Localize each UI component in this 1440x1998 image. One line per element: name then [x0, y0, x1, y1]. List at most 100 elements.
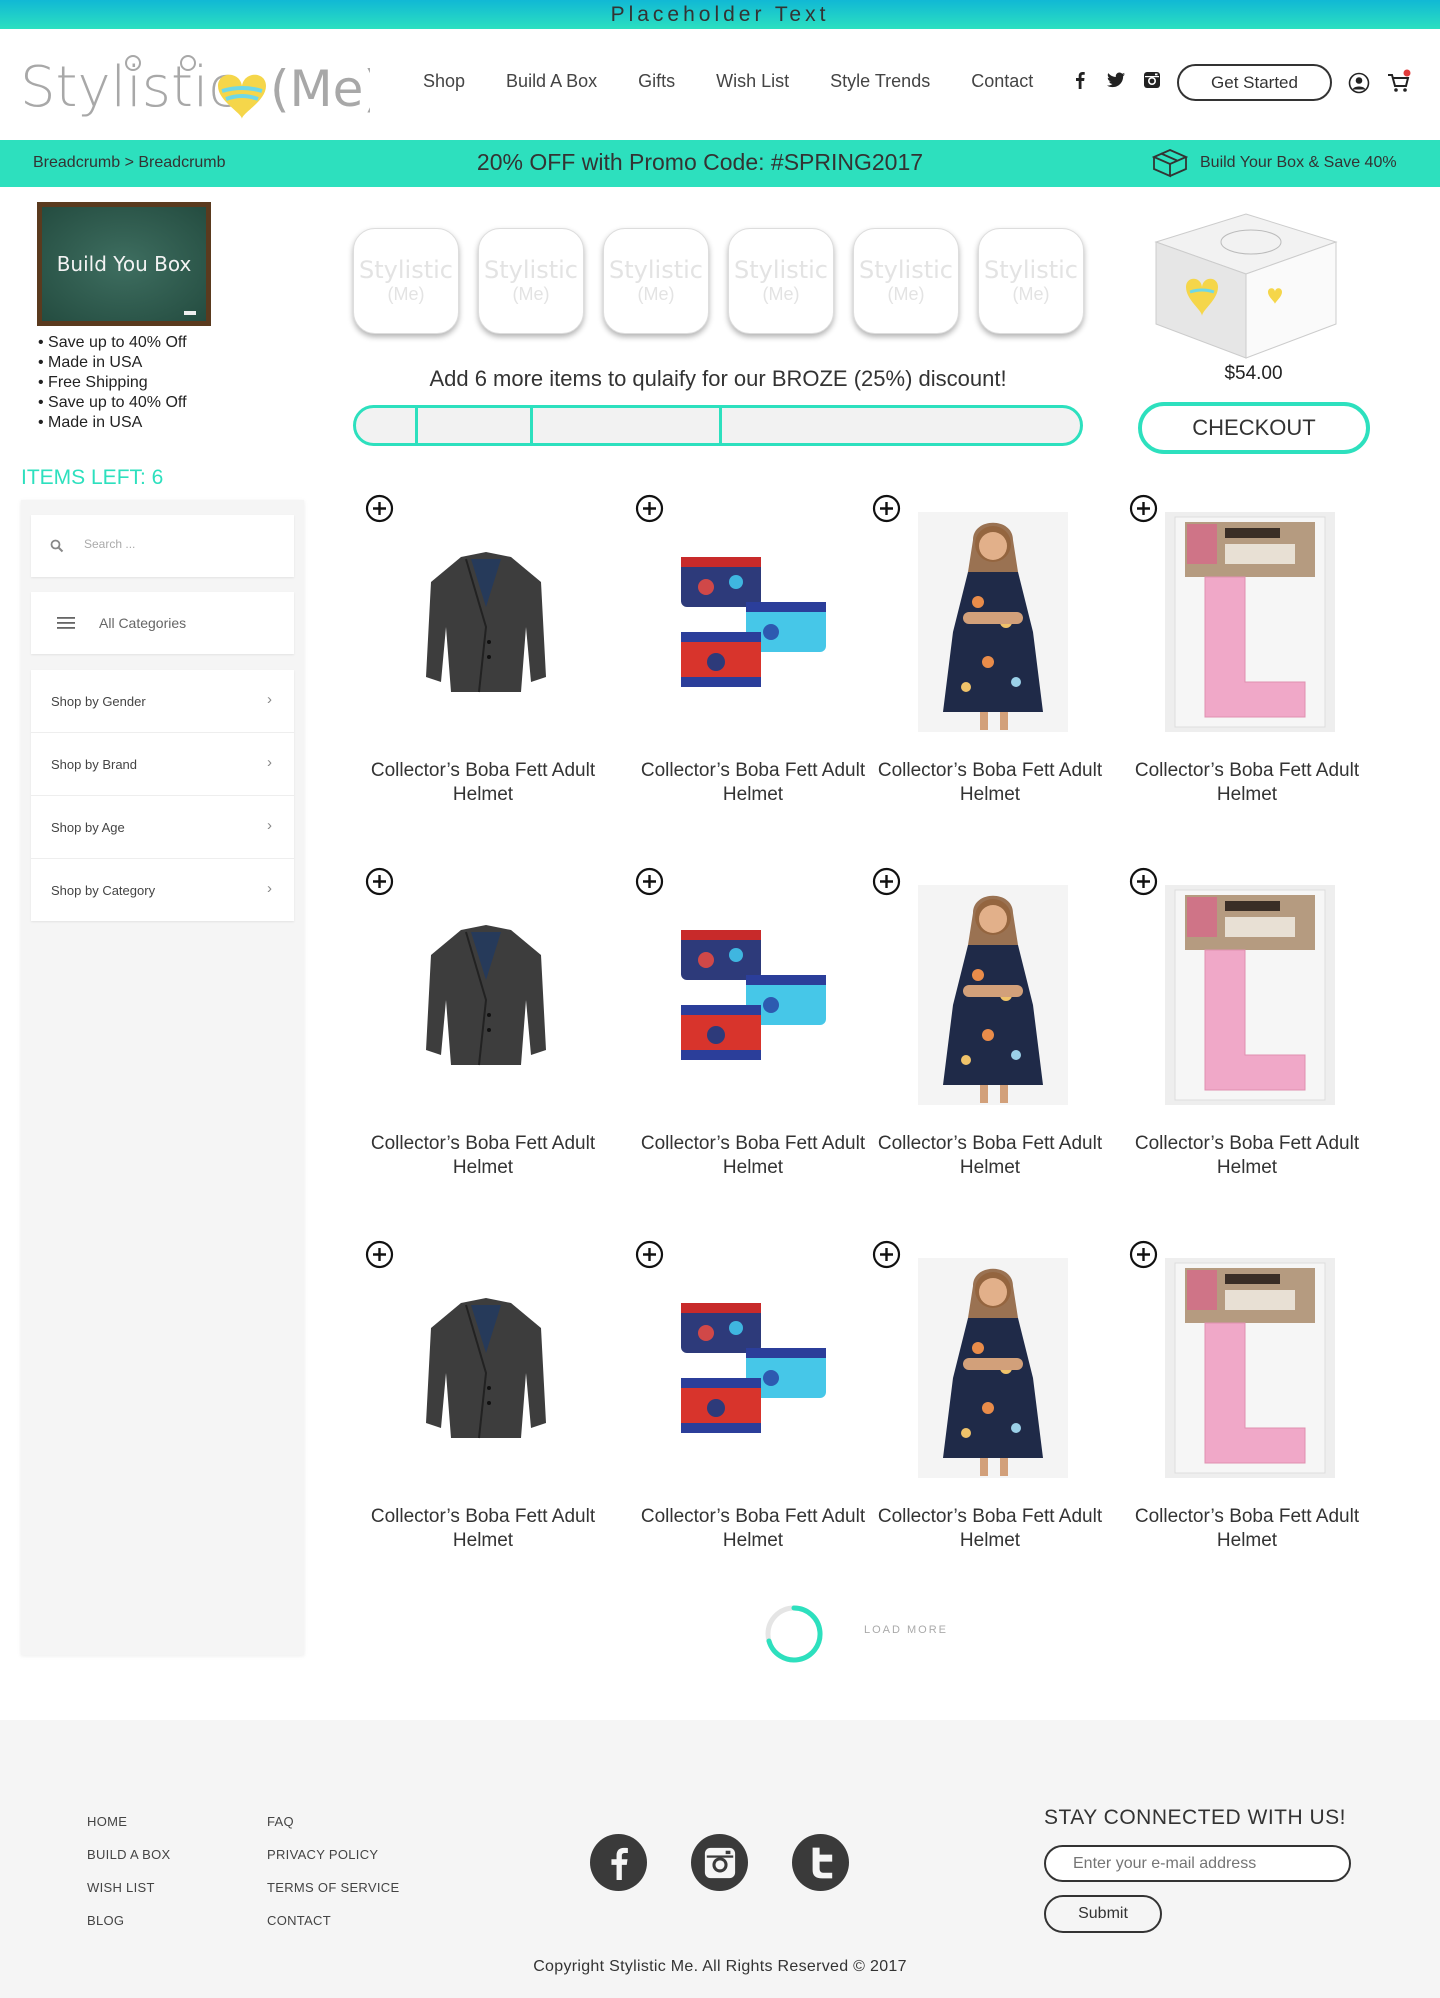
add-to-box-icon[interactable]	[1129, 494, 1158, 523]
product-name[interactable]: Collector’s Boba Fett Adult Helmet	[860, 1132, 1120, 1180]
nav-build-a-box[interactable]: Build A Box	[506, 71, 597, 92]
facebook-icon[interactable]	[590, 1834, 647, 1891]
instagram-icon[interactable]	[1141, 69, 1163, 91]
product-name[interactable]: Collector’s Boba Fett Adult Helmet	[623, 759, 883, 807]
product-image[interactable]	[391, 885, 581, 1105]
product-image[interactable]	[898, 1258, 1088, 1478]
footer-link-privacy-policy[interactable]: PRIVACY POLICY	[267, 1838, 399, 1871]
menu-shop-by-brand[interactable]: Shop by Brand ›	[31, 733, 294, 796]
product-card[interactable]: Collector’s Boba Fett Adult Helmet	[353, 494, 613, 834]
footer-link-contact[interactable]: CONTACT	[267, 1904, 399, 1937]
all-categories-dropdown[interactable]: All Categories	[31, 592, 294, 654]
search-box[interactable]: Search ...	[31, 515, 294, 577]
newsletter-submit-button[interactable]: Submit	[1044, 1895, 1162, 1933]
add-to-box-icon[interactable]	[1129, 867, 1158, 896]
product-card[interactable]: Collector’s Boba Fett Adult Helmet	[860, 1240, 1120, 1580]
product-name[interactable]: Collector’s Boba Fett Adult Helmet	[860, 1505, 1120, 1553]
nav-wish-list[interactable]: Wish List	[716, 71, 789, 92]
product-image[interactable]	[898, 885, 1088, 1105]
product-name[interactable]: Collector’s Boba Fett Adult Helmet	[1117, 759, 1377, 807]
product-name[interactable]: Collector’s Boba Fett Adult Helmet	[353, 1132, 613, 1180]
product-image[interactable]	[661, 885, 851, 1105]
product-name[interactable]: Collector’s Boba Fett Adult Helmet	[353, 759, 613, 807]
footer-link-blog[interactable]: BLOG	[87, 1904, 171, 1937]
product-image[interactable]	[1155, 512, 1345, 732]
chevron-right-icon: ›	[267, 817, 272, 834]
product-image[interactable]	[661, 1258, 851, 1478]
nav-style-trends[interactable]: Style Trends	[830, 71, 930, 92]
nav-gifts[interactable]: Gifts	[638, 71, 675, 92]
product-name[interactable]: Collector’s Boba Fett Adult Helmet	[623, 1132, 883, 1180]
empty-box-slot[interactable]: Stylistic (Me)	[728, 228, 834, 334]
product-card[interactable]: Collector’s Boba Fett Adult Helmet	[623, 494, 883, 834]
cart-icon[interactable]	[1386, 69, 1412, 95]
product-image[interactable]	[391, 512, 581, 732]
footer-social-links	[590, 1834, 849, 1891]
empty-box-slot[interactable]: Stylistic (Me)	[478, 228, 584, 334]
add-to-box-icon[interactable]	[365, 494, 394, 523]
nav-shop[interactable]: Shop	[423, 71, 465, 92]
twitter-icon[interactable]	[1105, 69, 1127, 91]
facebook-icon[interactable]	[1069, 69, 1091, 91]
footer-links-main: HOME BUILD A BOX WISH LIST BLOG	[87, 1805, 171, 1937]
filter-sidebar: Search ... All Categories Shop by Gender…	[21, 500, 304, 1655]
add-to-box-icon[interactable]	[872, 494, 901, 523]
product-card[interactable]: Collector’s Boba Fett Adult Helmet	[623, 867, 883, 1207]
account-icon[interactable]	[1348, 72, 1370, 94]
product-name[interactable]: Collector’s Boba Fett Adult Helmet	[1117, 1505, 1377, 1553]
footer-link-home[interactable]: HOME	[87, 1805, 171, 1838]
twitter-icon[interactable]	[792, 1834, 849, 1891]
site-logo[interactable]: Stylistic (Me)	[20, 41, 370, 131]
footer-link-wish-list[interactable]: WISH LIST	[87, 1871, 171, 1904]
build-box-save-text: Build Your Box & Save 40%	[1200, 154, 1397, 171]
product-name[interactable]: Collector’s Boba Fett Adult Helmet	[623, 1505, 883, 1553]
add-to-box-icon[interactable]	[1129, 1240, 1158, 1269]
get-started-button[interactable]: Get Started	[1177, 64, 1332, 101]
product-card[interactable]: Collector’s Boba Fett Adult Helmet	[860, 494, 1120, 834]
product-name[interactable]: Collector’s Boba Fett Adult Helmet	[860, 759, 1120, 807]
product-image[interactable]	[661, 512, 851, 732]
add-to-box-icon[interactable]	[872, 1240, 901, 1269]
product-card[interactable]: Collector’s Boba Fett Adult Helmet	[623, 1240, 883, 1580]
footer-link-build-a-box[interactable]: BUILD A BOX	[87, 1838, 171, 1871]
product-name[interactable]: Collector’s Boba Fett Adult Helmet	[1117, 1132, 1377, 1180]
product-card[interactable]: Collector’s Boba Fett Adult Helmet	[1117, 494, 1377, 834]
empty-box-slot[interactable]: Stylistic (Me)	[353, 228, 459, 334]
product-card[interactable]: Collector’s Boba Fett Adult Helmet	[353, 1240, 613, 1580]
empty-box-slot[interactable]: Stylistic (Me)	[853, 228, 959, 334]
nav-contact[interactable]: Contact	[971, 71, 1033, 92]
add-to-box-icon[interactable]	[365, 867, 394, 896]
add-to-box-icon[interactable]	[872, 867, 901, 896]
add-to-box-icon[interactable]	[635, 494, 664, 523]
add-to-box-icon[interactable]	[635, 1240, 664, 1269]
menu-shop-by-gender[interactable]: Shop by Gender ›	[31, 670, 294, 733]
product-image[interactable]	[391, 1258, 581, 1478]
build-box-save-link[interactable]: Build Your Box & Save 40%	[1152, 148, 1397, 178]
banner-title: Build You Box	[56, 252, 192, 276]
newsletter-email-input[interactable]	[1044, 1845, 1351, 1882]
add-to-box-icon[interactable]	[635, 867, 664, 896]
add-to-box-icon[interactable]	[365, 1240, 394, 1269]
product-card[interactable]: Collector’s Boba Fett Adult Helmet	[1117, 867, 1377, 1207]
build-box-banner[interactable]: Build You Box	[37, 202, 211, 326]
menu-shop-by-age[interactable]: Shop by Age ›	[31, 796, 294, 859]
product-card[interactable]: Collector’s Boba Fett Adult Helmet	[860, 867, 1120, 1207]
product-image[interactable]	[1155, 885, 1345, 1105]
search-input[interactable]: Search ...	[84, 537, 135, 551]
footer-link-faq[interactable]: FAQ	[267, 1805, 399, 1838]
checkout-button[interactable]: CHECKOUT	[1138, 402, 1370, 454]
site-header: Stylistic (Me) Shop Build A Box Gifts Wi…	[0, 29, 1440, 140]
footer-link-terms-of-service[interactable]: TERMS OF SERVICE	[267, 1871, 399, 1904]
product-name[interactable]: Collector’s Boba Fett Adult Helmet	[353, 1505, 613, 1553]
product-image[interactable]	[1155, 1258, 1345, 1478]
empty-box-slot[interactable]: Stylistic (Me)	[603, 228, 709, 334]
product-card[interactable]: Collector’s Boba Fett Adult Helmet	[1117, 1240, 1377, 1580]
chevron-right-icon: ›	[267, 754, 272, 771]
slot-logo-suffix: (Me)	[512, 284, 550, 304]
load-more-button[interactable]: LOAD MORE	[864, 1624, 948, 1636]
product-card[interactable]: Collector’s Boba Fett Adult Helmet	[353, 867, 613, 1207]
empty-box-slot[interactable]: Stylistic (Me)	[978, 228, 1084, 334]
product-image[interactable]	[898, 512, 1088, 732]
menu-shop-by-category[interactable]: Shop by Category ›	[31, 859, 294, 922]
instagram-icon[interactable]	[691, 1834, 748, 1891]
